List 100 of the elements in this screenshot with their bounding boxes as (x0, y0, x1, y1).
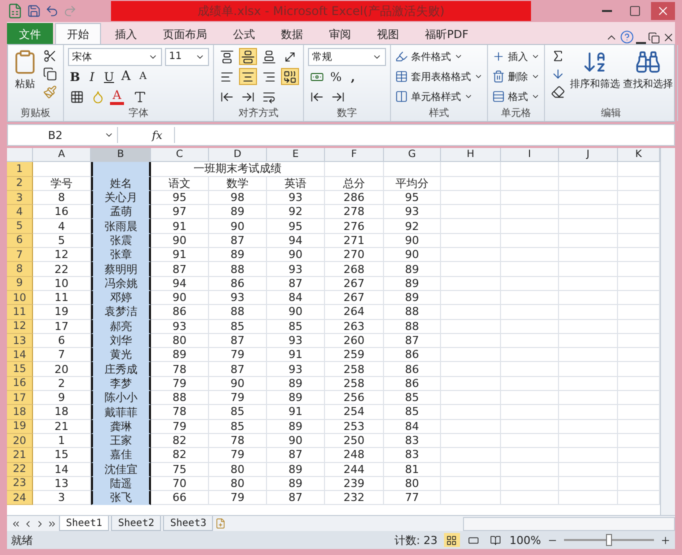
caret-icon (531, 92, 540, 101)
merge-button[interactable] (281, 68, 299, 85)
ribbon-tab[interactable]: 页面布局 (151, 23, 219, 44)
row-header[interactable]: 13 (7, 334, 33, 348)
underline-button[interactable]: U (102, 68, 116, 85)
cells-menu-button[interactable]: 格式 (492, 87, 540, 106)
row-header[interactable]: 8 (7, 262, 33, 277)
ribbon-tab[interactable]: 视图 (365, 23, 411, 44)
row-header[interactable]: 5 (7, 219, 33, 234)
row-header[interactable]: 19 (7, 420, 33, 434)
table-cell: 82 (151, 434, 209, 448)
caret-icon (474, 72, 483, 81)
row-header[interactable]: 6 (7, 234, 33, 248)
slider-thumb[interactable] (606, 534, 612, 546)
table-cell: 260 (325, 334, 384, 348)
row-header[interactable]: 17 (7, 391, 33, 406)
column-header[interactable]: H (441, 148, 501, 162)
close-button[interactable] (651, 2, 675, 20)
sheet-title: 一班期末考试成绩 (151, 162, 325, 177)
find-select-button[interactable]: 查找和选择 (623, 47, 673, 107)
cells-menu-button[interactable]: 删除 (492, 67, 540, 86)
sheet-tab[interactable]: Sheet1 (59, 516, 110, 531)
italic-button[interactable]: I (85, 68, 99, 85)
row-header[interactable]: 16 (7, 376, 33, 392)
ribbon-tab[interactable]: 福昕PDF (413, 23, 480, 44)
styles-menu-button[interactable]: 套用表格格式 (395, 67, 483, 86)
name-box[interactable]: B2 (8, 127, 118, 143)
row-header[interactable]: 18 (7, 405, 33, 420)
ribbon-tab[interactable]: 数据 (269, 23, 315, 44)
row-header[interactable]: 24 (7, 491, 33, 506)
number-format-field[interactable]: 常规 (308, 48, 386, 66)
table-cell: 89 (267, 476, 325, 492)
group-label: 字体 (128, 107, 150, 121)
row-header[interactable]: 10 (7, 290, 33, 306)
table-cell: 85 (384, 391, 441, 406)
group-label: 对齐方式 (238, 107, 280, 121)
font-name-field[interactable]: 宋体 (68, 48, 162, 66)
table-cell: 90 (384, 248, 441, 262)
column-header[interactable]: A (33, 148, 91, 162)
column-header[interactable]: I (501, 148, 559, 162)
ribbon-tab[interactable]: 审阅 (317, 23, 363, 44)
column-header[interactable]: D (209, 148, 267, 162)
ribbon-tab[interactable]: 插入 (103, 23, 149, 44)
table-cell: 86 (209, 276, 267, 291)
bold-button[interactable]: B (68, 68, 82, 85)
table-cell: 16 (33, 205, 91, 220)
row-header[interactable]: 14 (7, 348, 33, 362)
row-header[interactable]: 2 (7, 176, 33, 191)
align-bottom-button[interactable] (260, 48, 278, 65)
row-header[interactable]: 1 (7, 162, 33, 177)
column-header[interactable]: C (151, 148, 209, 162)
row-header[interactable]: 3 (7, 190, 33, 206)
view-button[interactable] (444, 533, 460, 547)
table-cell: 12 (33, 248, 91, 262)
arrow-left-icon (310, 90, 324, 104)
styles-menu-button[interactable]: 单元格样式 (395, 87, 483, 106)
table-cell: 张雨晨 (91, 219, 151, 234)
sort-filter-button[interactable]: 排序和筛选 (570, 47, 620, 107)
vertical-scrollbar[interactable] (660, 148, 675, 515)
horizontal-scrollbar[interactable] (463, 516, 675, 530)
row-header[interactable]: 9 (7, 276, 33, 291)
grow-font-button[interactable]: A (119, 68, 133, 85)
row-header[interactable]: 23 (7, 476, 33, 492)
percent-button[interactable]: % (329, 68, 343, 85)
table-cell: 93 (267, 362, 325, 377)
table-cell: 93 (384, 205, 441, 220)
column-title: 语文 (151, 176, 209, 191)
column-header[interactable]: K (618, 148, 660, 162)
table-cell: 93 (209, 290, 267, 306)
row-header[interactable]: 20 (7, 434, 33, 448)
cells-menu-button[interactable]: 插入 (492, 47, 540, 66)
column-header[interactable]: E (267, 148, 325, 162)
shrink-font-button[interactable]: A (136, 68, 150, 85)
row-header[interactable]: 21 (7, 448, 33, 463)
styles-menu-button[interactable]: 条件格式 (395, 47, 483, 66)
font-color-button[interactable]: A (110, 88, 124, 105)
copy-button[interactable] (41, 65, 59, 82)
row-header[interactable]: 7 (7, 248, 33, 262)
row-header[interactable]: 11 (7, 305, 33, 320)
table-cell: 98 (209, 190, 267, 206)
column-header[interactable]: G (384, 148, 441, 162)
column-header[interactable]: B (91, 148, 151, 162)
row-header[interactable]: 4 (7, 205, 33, 220)
table-cell: 李梦 (91, 376, 151, 392)
file-tab[interactable]: 文件 (7, 23, 53, 44)
column-title: 数学 (209, 176, 267, 191)
row-header[interactable]: 12 (7, 320, 33, 334)
ribbon-tab[interactable]: 开始 (55, 23, 101, 44)
align-middle-button[interactable] (239, 48, 257, 65)
align-center-button[interactable] (239, 68, 257, 85)
column-header[interactable]: F (325, 148, 384, 162)
paste-button[interactable]: 粘贴 (12, 47, 38, 107)
font-size-field[interactable]: 11 (165, 48, 209, 66)
row-header[interactable]: 15 (7, 362, 33, 377)
comma-button[interactable]: , (346, 68, 360, 85)
insert-function-button[interactable]: fx (144, 128, 170, 142)
align-top-button[interactable] (218, 48, 236, 65)
ribbon-tab[interactable]: 公式 (221, 23, 267, 44)
row-header[interactable]: 22 (7, 462, 33, 477)
column-header[interactable]: J (559, 148, 618, 162)
